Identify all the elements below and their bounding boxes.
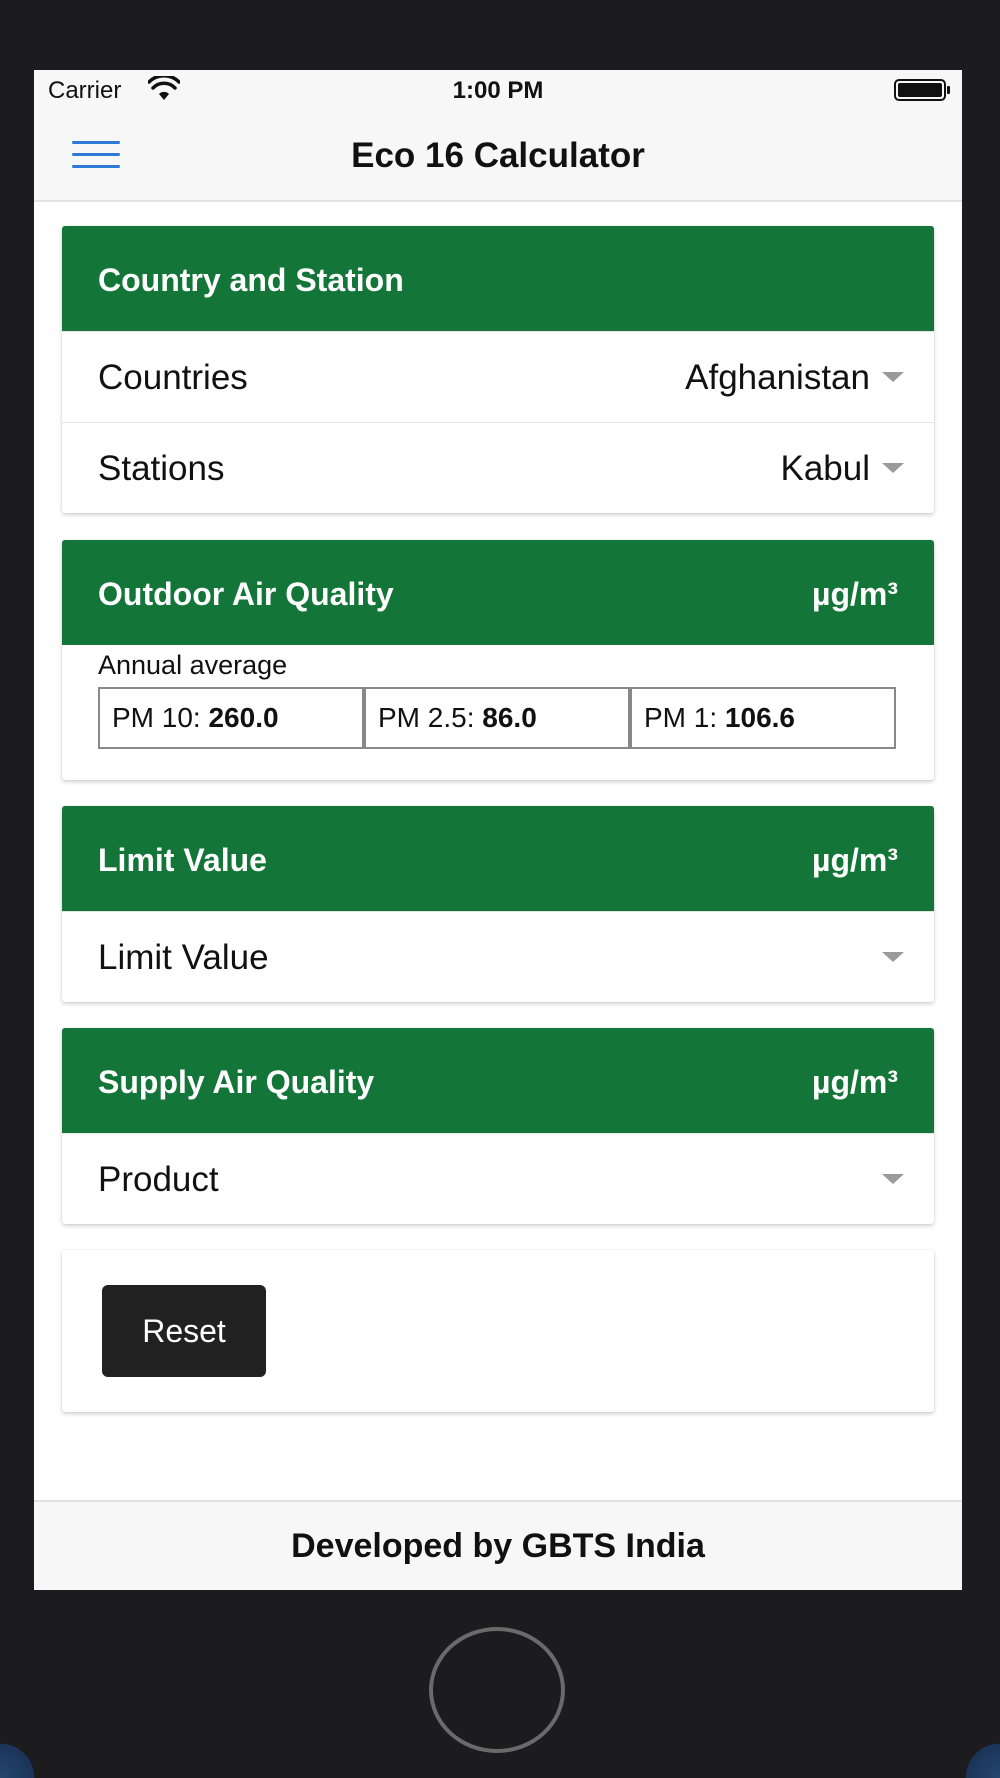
pm10-label: PM 10: — [112, 702, 201, 733]
footer: Developed by GBTS India — [34, 1500, 962, 1590]
pm1-value-box: PM 1: 106.6 — [630, 687, 896, 749]
wallpaper-corner — [940, 1718, 1000, 1778]
supply-air-quality-card: Supply Air Quality µg/m³ Product — [62, 1028, 934, 1224]
card-header: Outdoor Air Quality µg/m³ — [62, 540, 934, 645]
annual-average-label: Annual average — [98, 650, 288, 680]
battery-icon — [894, 79, 950, 101]
country-station-card: Country and Station Countries Afghanista… — [62, 226, 934, 513]
card-title: Supply Air Quality — [98, 1064, 375, 1100]
card-header: Supply Air Quality µg/m³ — [62, 1028, 934, 1133]
card-header: Limit Value µg/m³ — [62, 806, 934, 911]
caret-down-icon — [882, 372, 904, 382]
pm1-value: 106.6 — [724, 702, 795, 733]
card-header: Country and Station — [62, 226, 934, 331]
unit-label: µg/m³ — [812, 1064, 898, 1100]
status-bar: Carrier 1:00 PM — [34, 70, 962, 112]
wallpaper-corner — [0, 1718, 60, 1778]
actions-card: Reset — [62, 1250, 934, 1412]
status-time: 1:00 PM — [452, 77, 544, 104]
reset-button[interactable]: Reset — [102, 1285, 266, 1377]
countries-label: Countries — [98, 358, 248, 397]
countries-value: Afghanistan — [685, 358, 870, 397]
caret-down-icon — [882, 1174, 904, 1184]
page-title: Eco 16 Calculator — [351, 136, 645, 175]
pm25-value-box: PM 2.5: 86.0 — [364, 687, 630, 749]
app-screen: Carrier 1:00 PM Eco 16 Calculator Countr… — [34, 70, 962, 1590]
pm25-value: 86.0 — [482, 702, 537, 733]
card-title: Limit Value — [98, 842, 267, 878]
caret-down-icon — [882, 952, 904, 962]
device-frame: Carrier 1:00 PM Eco 16 Calculator Countr… — [0, 0, 1000, 1778]
limit-value-label: Limit Value — [98, 938, 269, 977]
pm10-value: 260.0 — [208, 702, 279, 733]
product-select[interactable]: Product — [62, 1133, 934, 1224]
stations-select[interactable]: Stations Kabul — [62, 422, 934, 513]
card-title: Outdoor Air Quality — [98, 576, 394, 612]
countries-select[interactable]: Countries Afghanistan — [62, 331, 934, 422]
card-title: Country and Station — [98, 262, 404, 298]
annual-average-section: Annual average PM 10: 260.0 PM 2.5: 86.0… — [62, 645, 934, 780]
limit-value-select[interactable]: Limit Value — [62, 911, 934, 1002]
stations-value: Kabul — [780, 449, 870, 488]
unit-label: µg/m³ — [812, 842, 898, 878]
pm25-label: PM 2.5: — [378, 702, 475, 733]
pm1-label: PM 1: — [644, 702, 718, 733]
product-label: Product — [98, 1160, 219, 1199]
limit-value-card: Limit Value µg/m³ Limit Value — [62, 806, 934, 1002]
stations-label: Stations — [98, 449, 225, 488]
unit-label: µg/m³ — [812, 576, 898, 612]
navigation-bar: Eco 16 Calculator — [34, 112, 962, 202]
caret-down-icon — [882, 463, 904, 473]
pm10-value-box: PM 10: 260.0 — [98, 687, 364, 749]
outdoor-air-quality-card: Outdoor Air Quality µg/m³ Annual average… — [62, 540, 934, 780]
home-button[interactable] — [429, 1627, 565, 1753]
